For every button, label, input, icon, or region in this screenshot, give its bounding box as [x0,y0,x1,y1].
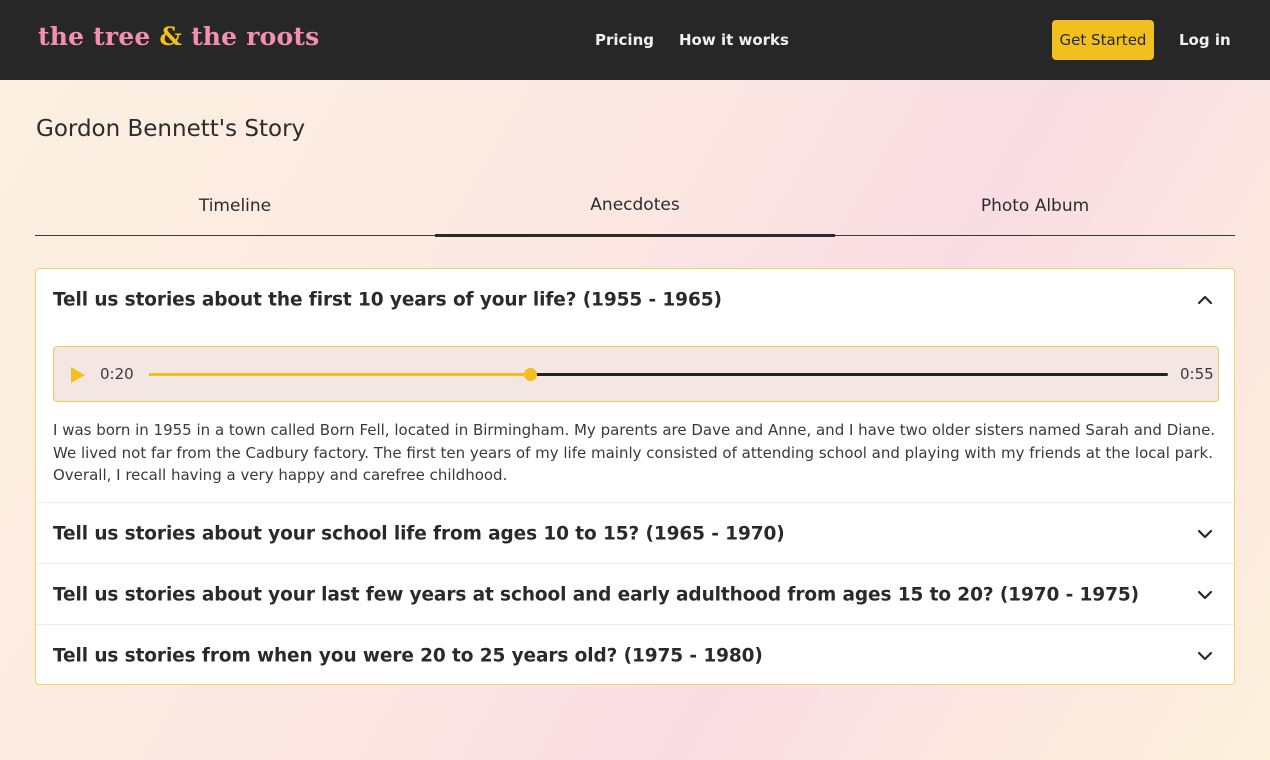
anecdotes-accordion: Tell us stories about the first 10 years… [35,268,1235,685]
accordion-item-header[interactable]: Tell us stories about your school life f… [36,503,1234,564]
chevron-down-icon [1197,529,1213,538]
logo-ampersand: & [159,22,183,51]
accordion-question: Tell us stories about your school life f… [53,523,785,544]
audio-duration: 0:55 [1180,365,1214,383]
audio-player: 0:20 0:55 [53,346,1219,402]
story-tabs: Timeline Anecdotes Photo Album [35,190,1235,237]
accordion-item-header[interactable]: Tell us stories about the first 10 years… [36,269,1234,330]
accordion-question: Tell us stories from when you were 20 to… [53,645,763,666]
nav-link-pricing[interactable]: Pricing [595,31,654,49]
audio-progress-track[interactable] [149,368,1168,381]
tab-photo-album[interactable]: Photo Album [835,190,1235,235]
chevron-up-icon [1197,295,1213,304]
chevron-down-icon [1197,590,1213,599]
get-started-button[interactable]: Get Started [1052,20,1154,60]
audio-current-time: 0:20 [100,365,134,383]
chevron-down-icon [1197,651,1213,660]
accordion-item-header[interactable]: Tell us stories from when you were 20 to… [36,625,1234,686]
page-title: Gordon Bennett's Story [36,116,306,142]
audio-progress-fill [149,373,530,376]
accordion-question: Tell us stories about your last few year… [53,584,1139,605]
tab-timeline[interactable]: Timeline [35,190,435,235]
tab-anecdotes[interactable]: Anecdotes [435,190,835,237]
logo[interactable]: the tree & the roots [38,22,319,51]
top-navbar: the tree & the roots Pricing How it work… [0,0,1270,80]
play-icon[interactable] [71,367,85,383]
accordion-question: Tell us stories about the first 10 years… [53,289,722,310]
nav-link-how-it-works[interactable]: How it works [679,31,789,49]
logo-text-tree: the tree [38,22,151,51]
accordion-item-header[interactable]: Tell us stories about your last few year… [36,564,1234,625]
logo-text-roots: the roots [191,22,320,51]
audio-scrubber-handle[interactable] [523,368,537,381]
login-link[interactable]: Log in [1179,31,1231,49]
anecdote-answer-text: I was born in 1955 in a town called Born… [53,421,1216,484]
